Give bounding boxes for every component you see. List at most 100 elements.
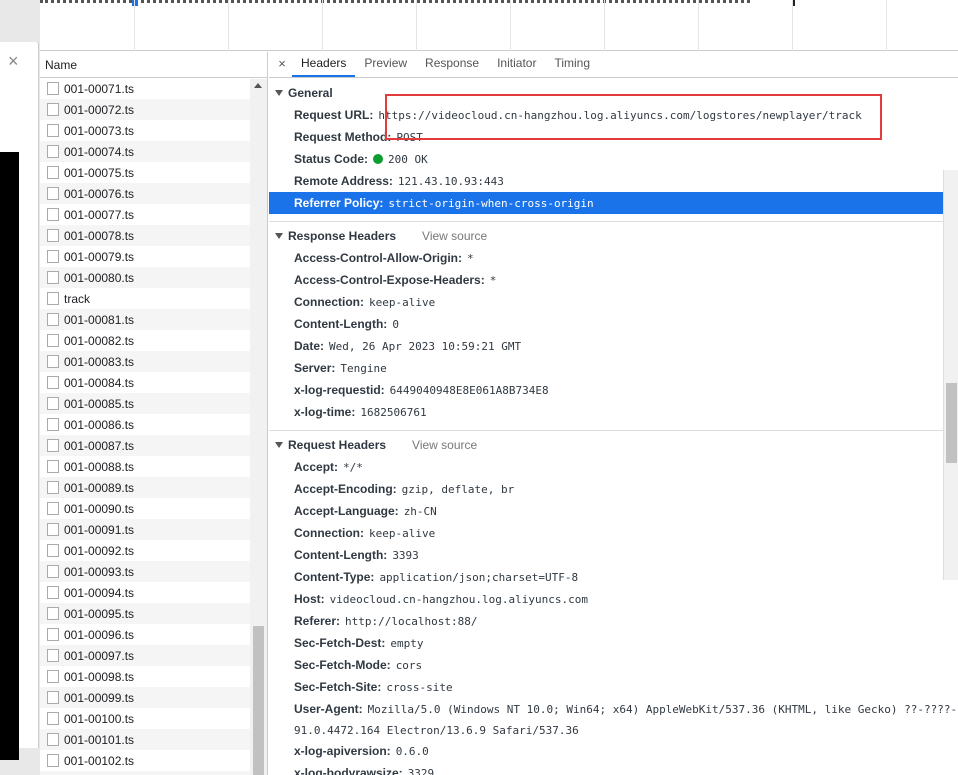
response-headers-section-toggle[interactable]: Response Headers View source (269, 225, 958, 247)
request-name: 001-00094.ts (64, 585, 135, 600)
header-row[interactable]: Request URL: https://videocloud.cn-hangzh… (269, 104, 958, 126)
header-row[interactable]: x-log-time: 1682506761 (269, 401, 958, 423)
header-row[interactable]: 91.0.4472.164 Electron/13.6.9 Safari/537… (269, 720, 958, 740)
tab-timing[interactable]: Timing (545, 52, 599, 77)
tab-headers[interactable]: Headers (292, 52, 356, 77)
section-title: Request Headers (288, 438, 387, 452)
request-row[interactable]: 001-00079.ts (40, 246, 250, 267)
header-row[interactable]: Access-Control-Expose-Headers: * (269, 269, 958, 291)
request-name: 001-00076.ts (64, 186, 135, 201)
name-column-header[interactable]: Name (40, 52, 267, 78)
request-row[interactable]: 001-00076.ts (40, 183, 250, 204)
request-row[interactable]: track (40, 288, 250, 309)
header-key: Access-Control-Allow-Origin: (294, 251, 463, 265)
request-row[interactable]: 001-00084.ts (40, 372, 250, 393)
request-row[interactable]: 001-00098.ts (40, 666, 250, 687)
close-icon[interactable]: × (8, 52, 19, 70)
header-row[interactable]: Sec-Fetch-Dest: empty (269, 632, 958, 654)
general-section-toggle[interactable]: General (269, 82, 958, 104)
timeline-gridline (886, 0, 887, 51)
header-row[interactable]: User-Agent: Mozilla/5.0 (Windows NT 10.0;… (269, 698, 958, 720)
header-row[interactable]: Referer: http://localhost:88/ (269, 610, 958, 632)
request-row[interactable]: 001-00088.ts (40, 456, 250, 477)
request-row[interactable]: 001-00097.ts (40, 645, 250, 666)
header-row[interactable]: Accept: */* (269, 456, 958, 478)
request-row[interactable]: 001-00086.ts (40, 414, 250, 435)
request-row[interactable]: 001-00083.ts (40, 351, 250, 372)
request-row[interactable]: 001-00081.ts (40, 309, 250, 330)
header-row[interactable]: Connection: keep-alive (269, 522, 958, 544)
header-row[interactable]: Accept-Language: zh-CN (269, 500, 958, 522)
file-icon (47, 334, 59, 347)
request-row[interactable]: 001-00099.ts (40, 687, 250, 708)
file-icon (47, 376, 59, 389)
scroll-up-arrow-icon[interactable] (254, 83, 262, 88)
request-row[interactable]: 001-00078.ts (40, 225, 250, 246)
request-row[interactable]: 001-00071.ts (40, 78, 250, 99)
request-row[interactable]: 001-00090.ts (40, 498, 250, 519)
header-row[interactable]: x-log-requestid: 6449040948E8E061A8B734E8 (269, 379, 958, 401)
close-icon[interactable]: × (272, 52, 292, 77)
request-row[interactable]: 001-00091.ts (40, 519, 250, 540)
request-row[interactable]: 001-00102.ts (40, 750, 250, 771)
request-row[interactable]: 001-00080.ts (40, 267, 250, 288)
tab-preview[interactable]: Preview (355, 52, 416, 77)
header-key: Sec-Fetch-Mode: (294, 658, 391, 672)
header-row[interactable]: x-log-apiversion: 0.6.0 (269, 740, 958, 762)
request-row[interactable]: 001-00100.ts (40, 708, 250, 729)
details-scrollbar[interactable] (943, 170, 958, 580)
header-key: Connection: (294, 295, 364, 309)
header-key: Accept: (294, 460, 339, 474)
request-row[interactable]: 001-00089.ts (40, 477, 250, 498)
header-row[interactable]: Status Code: 200 OK (269, 148, 958, 170)
header-row[interactable]: Request Method: POST (269, 126, 958, 148)
request-row[interactable]: 001-00101.ts (40, 729, 250, 750)
request-row[interactable]: 001-00075.ts (40, 162, 250, 183)
header-row[interactable]: Referrer Policy: strict-origin-when-cross… (269, 192, 943, 214)
view-source-link[interactable]: View source (412, 438, 477, 452)
header-row[interactable]: Connection: keep-alive (269, 291, 958, 313)
header-value: cross-site (386, 680, 453, 694)
scroll-thumb[interactable] (946, 383, 957, 463)
header-row[interactable]: Sec-Fetch-Site: cross-site (269, 676, 958, 698)
request-row[interactable]: 001-00093.ts (40, 561, 250, 582)
header-value: gzip, deflate, br (401, 482, 515, 496)
header-row[interactable]: Content-Length: 3393 (269, 544, 958, 566)
request-row[interactable]: 001-00095.ts (40, 603, 250, 624)
request-row[interactable]: 001-00074.ts (40, 141, 250, 162)
request-row[interactable]: 001-00072.ts (40, 99, 250, 120)
request-list-scrollbar[interactable] (250, 79, 267, 775)
tab-initiator[interactable]: Initiator (488, 52, 545, 77)
header-row[interactable]: Access-Control-Allow-Origin: * (269, 247, 958, 269)
scroll-thumb[interactable] (253, 626, 264, 775)
request-row[interactable]: 001-00092.ts (40, 540, 250, 561)
header-row[interactable]: Accept-Encoding: gzip, deflate, br (269, 478, 958, 500)
header-row[interactable]: Server: Tengine (269, 357, 958, 379)
header-row[interactable]: Content-Length: 0 (269, 313, 958, 335)
request-row[interactable]: 001-00094.ts (40, 582, 250, 603)
header-key: Connection: (294, 526, 364, 540)
header-key: Date: (294, 339, 325, 353)
header-row[interactable]: Remote Address: 121.43.10.93:443 (269, 170, 958, 192)
header-row[interactable]: Content-Type: application/json;charset=UT… (269, 566, 958, 588)
request-row[interactable]: 001-00087.ts (40, 435, 250, 456)
request-row[interactable]: 001-00077.ts (40, 204, 250, 225)
video-preview (0, 152, 19, 760)
header-row[interactable]: Host: videocloud.cn-hangzhou.log.aliyuncs… (269, 588, 958, 610)
caret-down-icon (275, 90, 283, 96)
timeline-gridline (322, 0, 323, 51)
view-source-link[interactable]: View source (422, 229, 487, 243)
header-row[interactable]: Sec-Fetch-Mode: cors (269, 654, 958, 676)
header-row[interactable]: x-log-bodyrawsize: 3329 (269, 762, 958, 775)
header-value: videocloud.cn-hangzhou.log.aliyuncs.com (329, 592, 588, 606)
timeline-overview[interactable] (40, 0, 958, 51)
request-row[interactable]: 001-00082.ts (40, 330, 250, 351)
request-row[interactable]: 001-00073.ts (40, 120, 250, 141)
request-row[interactable]: 001-00096.ts (40, 624, 250, 645)
header-row[interactable]: Date: Wed, 26 Apr 2023 10:59:21 GMT (269, 335, 958, 357)
request-row[interactable]: 001-00085.ts (40, 393, 250, 414)
header-key: Server: (294, 361, 336, 375)
tab-response[interactable]: Response (416, 52, 488, 77)
request-headers-section-toggle[interactable]: Request Headers View source (269, 434, 958, 456)
request-row[interactable]: 001-00103.ts (40, 771, 250, 775)
